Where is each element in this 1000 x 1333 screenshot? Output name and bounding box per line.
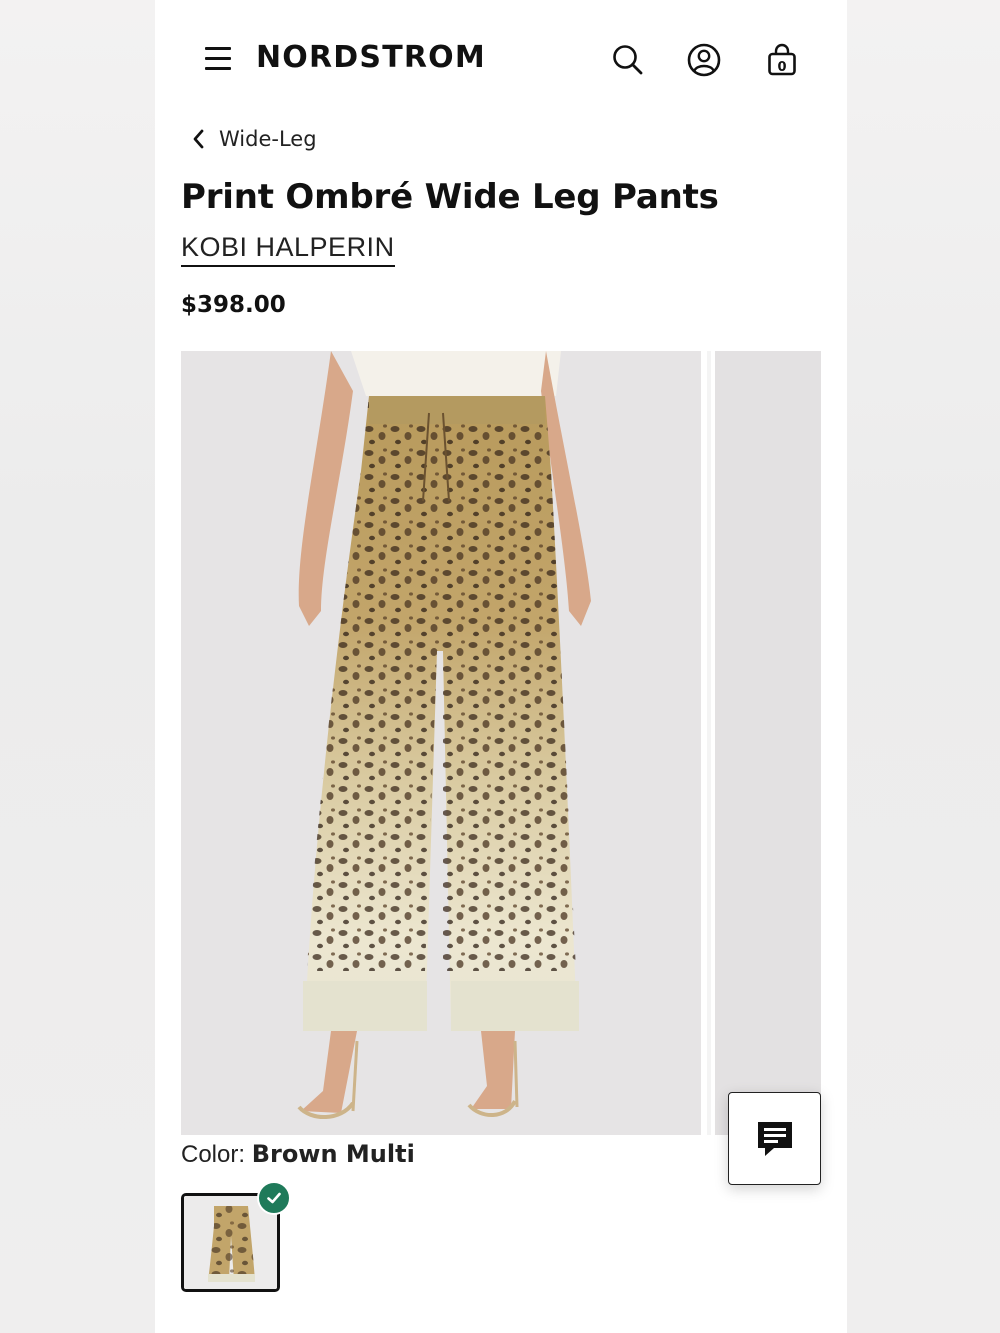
product-price: $398.00	[181, 292, 286, 318]
shopping-bag-icon[interactable]: 0	[764, 42, 800, 78]
page-background-left	[0, 0, 155, 1333]
search-icon[interactable]	[610, 42, 646, 78]
account-icon[interactable]	[686, 42, 722, 78]
chat-icon	[757, 1121, 792, 1156]
color-value: Brown Multi	[251, 1140, 415, 1168]
chat-button[interactable]	[728, 1092, 821, 1185]
menu-icon[interactable]	[203, 44, 235, 74]
breadcrumb-label: Wide-Leg	[219, 127, 317, 151]
product-gallery[interactable]	[181, 351, 847, 1135]
color-label: Color:	[181, 1141, 252, 1168]
nordstrom-logo[interactable]: NORDSTROM	[256, 40, 486, 75]
chevron-left-icon	[193, 129, 204, 149]
bag-count: 0	[777, 60, 786, 75]
breadcrumb[interactable]: Wide-Leg	[191, 124, 317, 154]
selected-check-icon	[257, 1181, 291, 1215]
product-title: Print Ombré Wide Leg Pants	[181, 177, 719, 217]
product-image-next[interactable]	[707, 351, 821, 1135]
page-background-right	[847, 0, 1000, 1333]
product-image-main[interactable]	[181, 351, 701, 1135]
mobile-page: NORDSTROM 0 Wide-Leg Print Ombré Wide Le…	[155, 0, 847, 1333]
brand-link[interactable]: KOBI HALPERIN	[181, 232, 395, 267]
color-selection: Color: Brown Multi	[181, 1140, 415, 1169]
site-header: NORDSTROM 0	[155, 0, 847, 115]
